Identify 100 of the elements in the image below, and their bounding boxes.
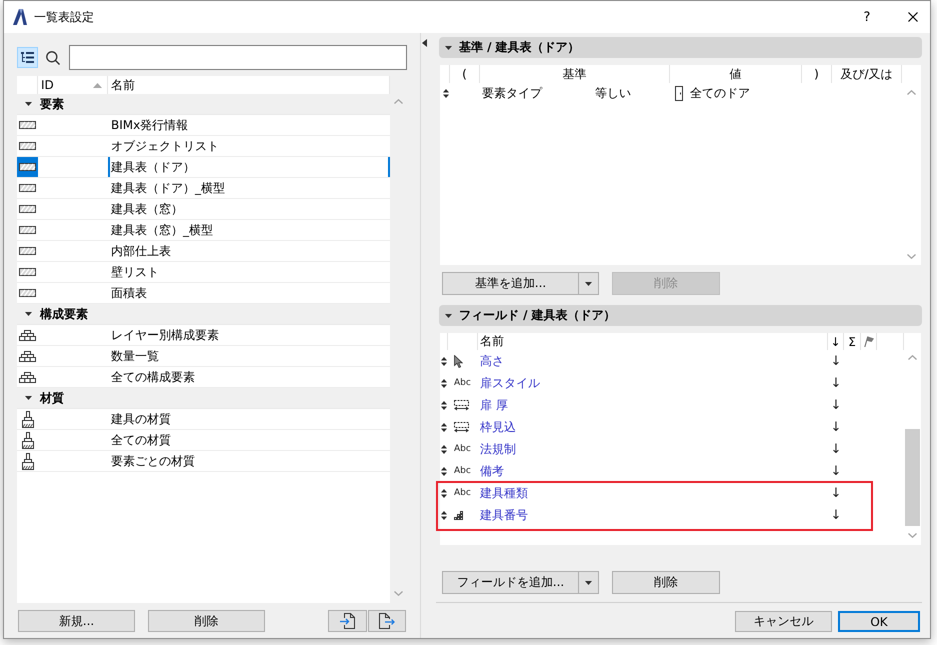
field-name: 高さ: [480, 352, 504, 370]
up-down-arrows-icon[interactable]: [441, 378, 447, 388]
caret-down-icon[interactable]: [25, 312, 32, 316]
add-field-button[interactable]: フィールドを追加...: [442, 571, 578, 594]
up-down-arrows-icon[interactable]: [441, 488, 447, 498]
caret-down-icon[interactable]: [25, 102, 32, 106]
help-button[interactable]: ?: [852, 1, 882, 33]
field-name: 備考: [480, 462, 504, 480]
column-header: 及び/又は: [832, 65, 902, 83]
list-item[interactable]: レイヤー別構成要素: [17, 325, 390, 346]
sort-direction: ↓: [830, 464, 842, 478]
scrollbar-thumb[interactable]: [905, 429, 920, 526]
field-row[interactable]: 高さ ↓: [440, 350, 904, 372]
add-criterion-button[interactable]: 基準を追加...: [442, 272, 578, 295]
pointer-icon: [454, 354, 463, 368]
caret-down-icon: [585, 282, 592, 286]
group-header[interactable]: 構成要素: [17, 304, 390, 325]
section-title: 基準 / 建具表（ドア）: [459, 39, 580, 56]
file-import-icon: [340, 613, 355, 629]
type-label: Abc: [454, 378, 471, 388]
caret-down-icon[interactable]: [25, 396, 32, 400]
caret-down-icon[interactable]: [445, 46, 452, 50]
schedule-name: 面積表: [111, 284, 147, 302]
field-row[interactable]: Abc 法規制 ↓: [440, 438, 904, 460]
field-row[interactable]: 枠見込 ↓: [440, 416, 904, 438]
list-item[interactable]: 建具表（窓）_横型: [17, 220, 390, 241]
field-name: 法規制: [480, 440, 516, 458]
field-name: 建具番号: [480, 506, 528, 524]
up-down-arrows-icon[interactable]: [441, 356, 447, 366]
up-down-arrows-icon[interactable]: [441, 400, 447, 410]
delete-button[interactable]: 削除: [148, 610, 265, 632]
list-item[interactable]: 内部仕上表: [17, 241, 390, 262]
search-icon: [46, 50, 60, 64]
list-item[interactable]: 要素ごとの材質: [17, 451, 390, 472]
field-name: 建具種類: [480, 484, 528, 502]
dimension-icon: [454, 422, 469, 432]
caret-left-icon[interactable]: [422, 39, 427, 47]
list-item[interactable]: 壁リスト: [17, 262, 390, 283]
group-header[interactable]: 要素: [17, 94, 390, 115]
logo-icon: [13, 9, 27, 25]
criterion-row[interactable]: 要素タイプ 等しい 全てのドア: [440, 83, 902, 103]
sort-direction: ↓: [830, 354, 842, 368]
up-down-arrows-icon[interactable]: [441, 422, 447, 432]
schedule-name: 建具表（窓）: [111, 200, 183, 218]
field-row[interactable]: Abc 建具種類 ↓: [440, 482, 904, 504]
caret-down-icon: [585, 580, 592, 584]
delete-button[interactable]: 削除: [612, 571, 720, 594]
section-header[interactable]: 基準 / 建具表（ドア）: [439, 37, 922, 58]
list-item[interactable]: 建具表（窓）: [17, 199, 390, 220]
export-button[interactable]: [368, 610, 406, 632]
dimension-icon: [454, 400, 469, 410]
sort-direction: ↓: [830, 442, 842, 456]
group-header[interactable]: 材質: [17, 388, 390, 409]
schedule-name: 要素ごとの材質: [111, 452, 195, 470]
tree-view-button[interactable]: [17, 47, 38, 68]
flag-icon: [864, 336, 874, 347]
search-field[interactable]: [69, 45, 407, 70]
list-item[interactable]: オブジェクトリスト: [17, 136, 390, 157]
list-item[interactable]: BIMx発行情報: [17, 115, 390, 136]
list-item[interactable]: 全ての材質: [17, 430, 390, 451]
caret-down-icon[interactable]: [445, 314, 452, 318]
schedule-name: 全ての構成要素: [111, 368, 195, 386]
list-item[interactable]: 建具表（ドア）: [17, 157, 390, 178]
paintbrush-icon: [20, 432, 34, 448]
column-header: ): [802, 65, 832, 83]
ok-button[interactable]: OK: [838, 611, 920, 632]
paintbrush-icon: [20, 452, 34, 470]
up-down-arrows-icon[interactable]: [443, 88, 449, 98]
criterion-operator: 等しい: [595, 84, 631, 102]
schedule-name: 数量一覧: [111, 348, 159, 364]
schedule-name: 内部仕上表: [111, 242, 171, 260]
field-name: 扉 厚: [480, 396, 508, 414]
dots-grid-icon: [454, 510, 463, 520]
dropdown-button[interactable]: [578, 272, 599, 295]
column-header: (: [450, 65, 480, 83]
up-down-arrows-icon[interactable]: [441, 444, 447, 454]
new-button[interactable]: 新規...: [18, 610, 135, 632]
field-row[interactable]: Abc 備考 ↓: [440, 460, 904, 482]
section-header[interactable]: フィールド / 建具表（ドア）: [439, 305, 922, 326]
field-row[interactable]: Abc 扉スタイル ↓: [440, 372, 904, 394]
up-down-arrows-icon[interactable]: [441, 510, 447, 520]
field-row[interactable]: 建具番号 ↓: [440, 504, 904, 526]
file-export-icon: [379, 613, 395, 629]
dropdown-button[interactable]: [578, 571, 599, 594]
list-item[interactable]: 建具の材質: [17, 409, 390, 430]
list-item[interactable]: 数量一覧: [17, 346, 390, 367]
up-down-arrows-icon[interactable]: [441, 466, 447, 476]
import-button[interactable]: [328, 610, 367, 632]
column-header: 基準: [480, 65, 670, 83]
hatched-bar-icon: [19, 163, 36, 171]
schedule-name: 建具の材質: [111, 410, 171, 428]
schedule-name: 全ての材質: [111, 432, 171, 448]
cancel-button[interactable]: キャンセル: [735, 611, 832, 632]
window-title: 一覧表設定: [34, 8, 94, 26]
list-item[interactable]: 建具表（ドア）_横型: [17, 178, 390, 199]
column-header: 値: [670, 65, 802, 83]
field-row[interactable]: 扉 厚 ↓: [440, 394, 904, 416]
criterion-value: 全てのドア: [690, 84, 750, 102]
sort-direction: ↓: [830, 420, 842, 434]
sort-arrow-icon: [93, 82, 102, 88]
